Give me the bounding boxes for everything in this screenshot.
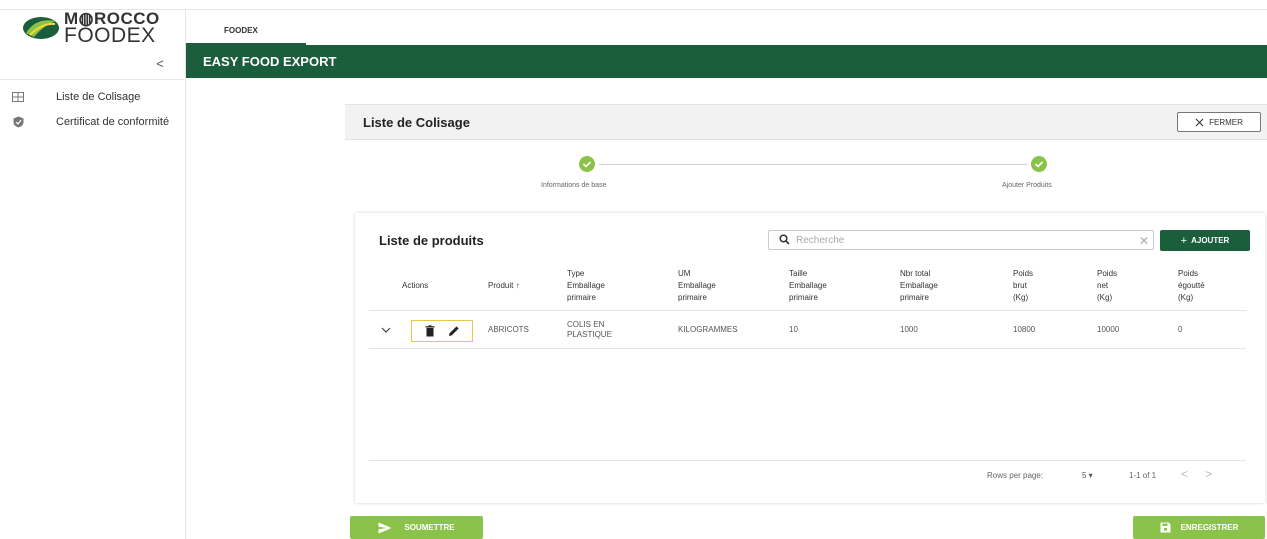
table-header: Actions Produit ↑ Type Emballage primair… [369,261,1246,311]
col-actions: Actions [402,281,429,290]
add-product-button[interactable]: + AJOUTER [1160,230,1250,251]
logo[interactable]: M◍ROCCO FOODEX [22,10,172,47]
chevron-down-icon[interactable] [379,323,393,337]
send-icon [378,522,392,533]
sidebar-item-label: Certificat de conformité [56,116,170,128]
table-row: ABRICOTS COLIS EN PLASTIQUE KILOGRAMMES … [369,311,1246,349]
tab-foodex[interactable]: FOODEX [186,10,306,45]
save-icon [1160,522,1171,533]
app-banner: EASY FOOD EXPORT [186,45,1267,78]
close-icon [1195,118,1204,126]
col-um-emballage: UM Emballage primaire [678,269,716,302]
cell-taille-emballage: 10 [789,325,798,334]
save-button-label: ENREGISTRER [1180,523,1239,532]
top-strip [0,0,1267,10]
col-type-emballage: Type Emballage primaire [567,269,605,302]
col-nbr-total: Nbr total Emballage primaire [900,269,938,302]
products-card: Liste de produits ✕ + AJOUTER Actions Pr… [355,213,1265,503]
col-poids-net: Poids net (Kg) [1097,269,1118,302]
chevron-left-page-icon[interactable]: < [1181,467,1188,481]
close-button[interactable]: FERMER [1177,112,1261,132]
table-pagination: Rows per page: 5 ▾ 1-1 of 1 < > [369,460,1246,494]
step-connector [599,164,1027,165]
panel-header: Liste de Colisage FERMER [345,104,1267,140]
row-actions [411,320,473,342]
cell-poids-net: 10000 [1097,325,1120,334]
search-field[interactable]: ✕ [768,230,1154,250]
step-1-check-icon [579,156,595,172]
rows-per-page-label: Rows per page: [987,471,1044,480]
clear-search-icon[interactable]: ✕ [1139,234,1149,248]
add-button-label: AJOUTER [1191,236,1230,245]
products-title: Liste de produits [379,233,484,248]
submit-button-label: SOUMETTRE [404,523,455,532]
cell-type-emballage: COLIS EN PLASTIQUE [567,320,612,339]
step-2-check-icon [1031,156,1047,172]
close-button-label: FERMER [1209,117,1243,127]
sidebar-divider [0,79,186,80]
pagination-range: 1-1 of 1 [1129,471,1157,480]
col-poids-egoutte: Poids égoutté (Kg) [1178,269,1205,302]
cell-produit: ABRICOTS [488,325,529,334]
top-tab-bar: FOODEX [186,10,1267,45]
rows-per-page-select[interactable]: 5 ▾ [1082,469,1108,483]
shield-check-icon [12,116,24,128]
sidebar-item-label: Liste de Colisage [56,91,141,103]
page-title: Liste de Colisage [363,115,470,130]
save-button[interactable]: ENREGISTRER [1133,516,1265,539]
cell-um-emballage: KILOGRAMMES [678,325,738,334]
table-icon [12,91,24,103]
search-icon [779,234,790,245]
sidebar-item-liste-de-colisage[interactable]: Liste de Colisage [0,86,186,108]
step-1-label: Informations de base [541,182,607,189]
cell-poids-brut: 10800 [1013,325,1036,334]
cell-poids-egoutte: 0 [1178,325,1183,334]
step-2-label: Ajouter Produits [1002,182,1052,189]
cell-nbr-total: 1000 [900,325,918,334]
chevron-right-page-icon[interactable]: > [1205,467,1212,481]
col-poids-brut: Poids brut (Kg) [1013,269,1034,302]
sidebar: M◍ROCCO FOODEX < Liste de Colisage Certi… [0,10,186,539]
delete-icon[interactable] [424,325,436,337]
chevron-left-icon[interactable]: < [150,54,170,74]
col-produit[interactable]: Produit ↑ [488,261,520,311]
plus-icon: + [1180,234,1188,247]
sidebar-item-certificat-de-conformite[interactable]: Certificat de conformité [0,111,186,133]
search-input[interactable] [796,233,1116,247]
edit-icon[interactable] [448,325,460,337]
logo-mark-icon [23,17,59,39]
submit-button[interactable]: SOUMETTRE [350,516,483,539]
stepper: Informations de base Ajouter Produits [345,145,1267,207]
logo-text-foodex: FOODEX [64,24,156,47]
banner-title: EASY FOOD EXPORT [203,54,337,69]
col-taille-emballage: Taille Emballage primaire [789,269,827,302]
